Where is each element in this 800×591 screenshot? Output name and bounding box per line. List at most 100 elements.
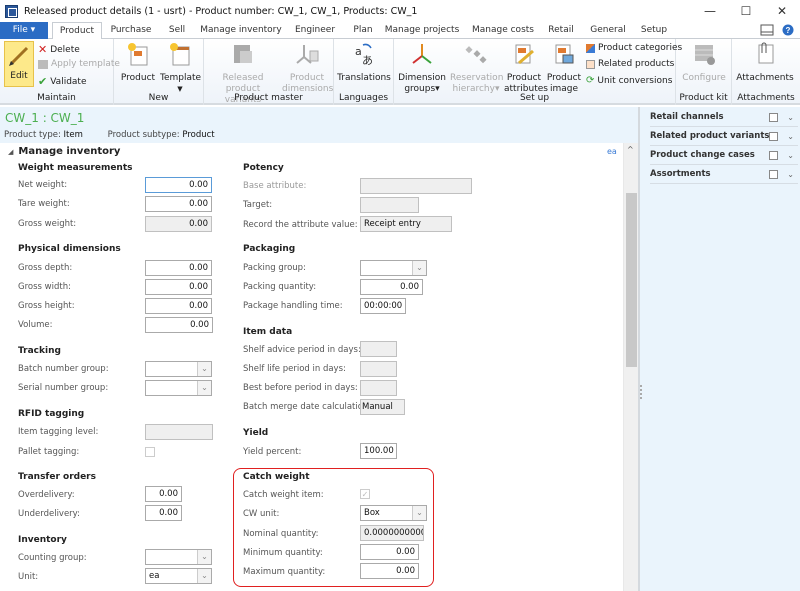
batch-number-group-select[interactable]: ⌄ <box>145 361 212 377</box>
minimize-button[interactable]: — <box>692 0 728 22</box>
unit-select[interactable]: ea ⌄ <box>145 568 212 584</box>
product-dimensions-button[interactable]: Product dimensions <box>282 41 333 95</box>
tab-plan[interactable]: Plan <box>344 22 382 39</box>
apply-template-button[interactable]: Apply template <box>38 59 120 69</box>
svg-text:a: a <box>355 45 362 58</box>
new-template-button[interactable]: Template ▼ <box>160 41 201 95</box>
tab-purchase[interactable]: Purchase <box>104 22 158 39</box>
packing-group-label: Packing group: <box>243 263 306 273</box>
reservation-hierarchy-button[interactable]: Reservation hierarchy▾ <box>450 41 503 95</box>
minimum-quantity-input[interactable]: 0.00 <box>360 544 419 560</box>
product-image-button[interactable]: Product image <box>546 41 582 95</box>
record-title: CW_1 : CW_1 <box>5 111 85 125</box>
yield-percent-input[interactable]: 100.00 <box>360 443 397 459</box>
translations-button[interactable]: aあ Translations <box>336 41 392 84</box>
related-products-button[interactable]: Related products <box>586 59 674 69</box>
tab-manage-costs[interactable]: Manage costs <box>468 22 538 39</box>
factbox-open-icon[interactable] <box>769 113 778 122</box>
gross-width-input[interactable]: 0.00 <box>145 279 212 295</box>
apply-template-label: Apply template <box>51 59 120 69</box>
tab-file[interactable]: File ▾ <box>0 22 48 39</box>
chevron-down-icon[interactable]: ⌄ <box>787 146 794 165</box>
cw-unit-select[interactable]: Box ⌄ <box>360 505 427 521</box>
shelf-life-label: Shelf life period in days: <box>243 364 346 374</box>
tab-setup[interactable]: Setup <box>636 22 672 39</box>
translations-label: Translations <box>337 73 391 83</box>
related-label: Related products <box>598 59 675 69</box>
configure-icon <box>695 45 715 65</box>
base-attribute-input <box>360 178 472 194</box>
app-icon <box>5 4 18 18</box>
chevron-down-icon[interactable]: ⌄ <box>787 127 794 146</box>
best-before-input <box>360 380 397 396</box>
packing-group-select[interactable]: ⌄ <box>360 260 427 276</box>
packing-quantity-input[interactable]: 0.00 <box>360 279 423 295</box>
product-attributes-button[interactable]: Product attributes <box>504 41 548 95</box>
package-handling-time-input[interactable]: 00:00:00 <box>360 298 406 314</box>
tab-general[interactable]: General <box>586 22 630 39</box>
tab-manage-inventory[interactable]: Manage inventory <box>196 22 286 39</box>
factbox-open-icon[interactable] <box>769 151 778 160</box>
volume-input[interactable]: 0.00 <box>145 317 213 333</box>
record-attribute-value-label: Record the attribute value: <box>243 220 358 230</box>
catch-weight-item-checkbox[interactable]: ✓ <box>360 489 370 499</box>
factbox-open-icon[interactable] <box>769 132 778 141</box>
tab-manage-projects[interactable]: Manage projects <box>384 22 460 39</box>
tab-product[interactable]: Product <box>52 22 102 40</box>
cw-unit-label: CW unit: <box>243 509 280 519</box>
product-categories-button[interactable]: Product categories <box>586 43 682 53</box>
maximize-button[interactable]: ☐ <box>728 0 764 22</box>
factbox-label: Retail channels <box>650 112 724 122</box>
shelf-advice-label: Shelf advice period in days: <box>243 345 361 355</box>
scrollbar-thumb[interactable] <box>626 193 637 367</box>
tab-engineer[interactable]: Engineer <box>288 22 342 39</box>
group-yield: Yield <box>243 428 269 438</box>
pane-resize-grip[interactable] <box>640 385 642 399</box>
net-weight-label: Net weight: <box>18 180 68 190</box>
tare-weight-input[interactable]: 0.00 <box>145 196 212 212</box>
tab-retail[interactable]: Retail <box>542 22 580 39</box>
group-label-set-up: Set up <box>519 93 550 103</box>
underdelivery-input[interactable]: 0.00 <box>145 505 182 521</box>
net-weight-input[interactable]: 0.00 <box>145 177 212 193</box>
overdelivery-input[interactable]: 0.00 <box>145 486 182 502</box>
pallet-tagging-label: Pallet tagging: <box>18 447 80 457</box>
product-type-label: Product type: <box>4 130 61 140</box>
maximum-quantity-input[interactable]: 0.00 <box>360 563 419 579</box>
factbox-product-change-cases[interactable]: Product change cases ⌄ <box>650 146 798 165</box>
pallet-tagging-checkbox[interactable] <box>145 447 155 457</box>
gross-height-input[interactable]: 0.00 <box>145 298 212 314</box>
layout-icon[interactable] <box>760 24 774 36</box>
factbox-assortments[interactable]: Assortments ⌄ <box>650 165 798 184</box>
tab-sell[interactable]: Sell <box>160 22 194 39</box>
close-button[interactable]: ✕ <box>764 0 800 22</box>
factbox-label: Assortments <box>650 169 711 179</box>
validate-button[interactable]: ✔ Validate <box>38 75 87 88</box>
gross-depth-input[interactable]: 0.00 <box>145 260 212 276</box>
target-input <box>360 197 419 213</box>
dimension-groups-button[interactable]: Dimension groups▾ <box>396 41 448 95</box>
group-set-up: Dimension groups▾ Reservation hierarchy▾… <box>394 39 682 105</box>
scroll-up-icon[interactable]: ^ <box>627 145 634 154</box>
counting-group-select[interactable]: ⌄ <box>145 549 212 565</box>
edit-button[interactable]: Edit <box>4 41 34 87</box>
chevron-down-icon[interactable]: ⌄ <box>787 165 794 184</box>
unit-summary-link[interactable]: ea <box>607 147 617 156</box>
new-product-button[interactable]: Product <box>120 41 156 84</box>
delete-button[interactable]: ✕ Delete <box>38 43 80 56</box>
group-inventory: Inventory <box>18 535 67 545</box>
chevron-down-icon[interactable]: ⌄ <box>787 108 794 127</box>
edit-label: Edit <box>10 71 28 81</box>
categories-icon <box>586 43 595 53</box>
unit-conversions-button[interactable]: ⟳ Unit conversions <box>586 75 672 86</box>
section-manage-inventory[interactable]: ◢ Manage inventory <box>8 146 120 157</box>
help-icon[interactable]: ? <box>782 24 794 36</box>
factbox-related-product-variants[interactable]: Related product variants ⌄ <box>650 127 798 146</box>
serial-number-group-select[interactable]: ⌄ <box>145 380 212 396</box>
attachments-button[interactable]: Attachments <box>734 41 796 84</box>
image-label-1: Product <box>546 73 582 83</box>
factbox-open-icon[interactable] <box>769 170 778 179</box>
vertical-scrollbar[interactable]: ^ <box>623 143 638 591</box>
factbox-retail-channels[interactable]: Retail channels ⌄ <box>650 108 798 127</box>
configure-button[interactable]: Configure <box>678 41 730 84</box>
